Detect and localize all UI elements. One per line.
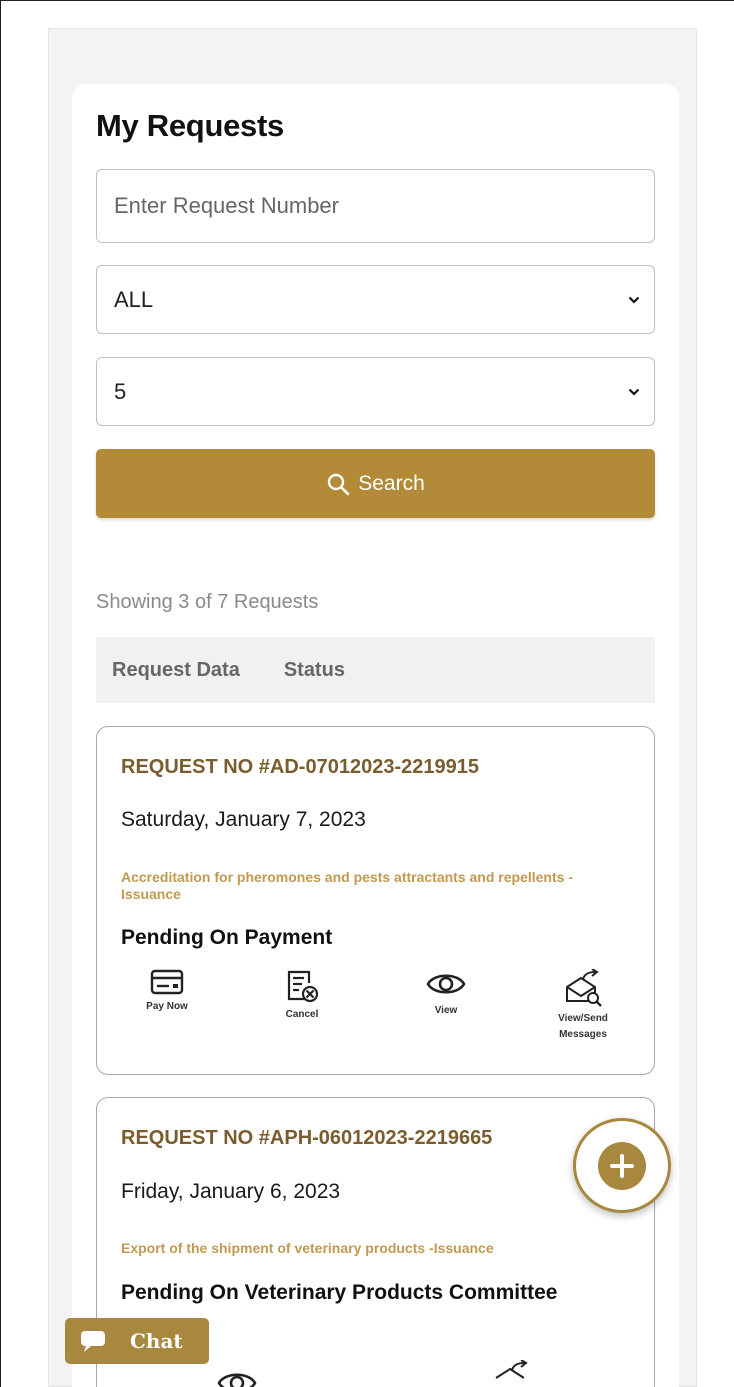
service-name: Accreditation for pheromones and pests a…: [121, 869, 573, 902]
plus-icon: [598, 1141, 646, 1190]
request-date: Saturday, January 7, 2023: [121, 808, 366, 831]
cancel-action[interactable]: Cancel: [257, 969, 347, 1023]
table-header: Request Data Status: [96, 637, 655, 703]
chevron-down-icon: [628, 388, 640, 396]
service-name: Export of the shipment of veterinary pro…: [121, 1240, 494, 1256]
page-size-select[interactable]: 5: [96, 357, 655, 426]
request-number: REQUEST NO #APH-06012023-2219665: [121, 1127, 493, 1149]
chat-bubble-icon: [81, 1331, 105, 1352]
page-size-value: 5: [114, 378, 127, 404]
search-button-label: Search: [358, 471, 425, 495]
status-filter-value: ALL: [114, 286, 154, 312]
request-status: Pending On Veterinary Products Committee: [121, 1281, 558, 1304]
results-count: Showing 3 of 7 Requests: [96, 591, 319, 613]
search-icon: [328, 473, 350, 495]
request-actions: Pay Now Cancel View View/Send Messages: [97, 969, 656, 1059]
chat-button[interactable]: Chat: [65, 1318, 209, 1364]
chevron-down-icon: [628, 296, 640, 304]
request-number: REQUEST NO #AD-07012023-2219915: [121, 756, 479, 778]
pay-now-action[interactable]: Pay Now: [122, 969, 212, 1015]
request-status: Pending On Payment: [121, 926, 333, 949]
request-date: Friday, January 6, 2023: [121, 1180, 341, 1203]
credit-card-icon: [150, 969, 184, 995]
request-number-input[interactable]: Enter Request Number: [96, 169, 655, 243]
view-label: View: [434, 1005, 458, 1016]
request-number-placeholder: Enter Request Number: [114, 193, 339, 218]
column-request-data: Request Data: [112, 658, 240, 681]
page-title: My Requests: [96, 108, 284, 143]
view-send-messages-label: View/Send Messages: [558, 1013, 608, 1040]
cancel-label: Cancel: [285, 1009, 319, 1020]
eye-icon[interactable]: [217, 1368, 257, 1387]
view-send-messages-action[interactable]: View/Send Messages: [538, 969, 628, 1043]
pay-now-label: Pay Now: [146, 1001, 188, 1012]
eye-icon: [426, 974, 466, 994]
cancel-document-icon: [287, 970, 319, 1003]
request-card: REQUEST NO #AD-07012023-2219915 Saturday…: [96, 726, 655, 1075]
status-filter-select[interactable]: ALL: [96, 265, 655, 334]
search-button[interactable]: Search: [96, 449, 655, 518]
view-action[interactable]: View: [401, 969, 491, 1019]
column-status: Status: [283, 658, 345, 681]
messages-icon[interactable]: [492, 1360, 532, 1387]
messages-icon: [566, 969, 602, 1007]
add-request-button[interactable]: [573, 1118, 671, 1213]
chat-label: Chat: [130, 1329, 183, 1353]
